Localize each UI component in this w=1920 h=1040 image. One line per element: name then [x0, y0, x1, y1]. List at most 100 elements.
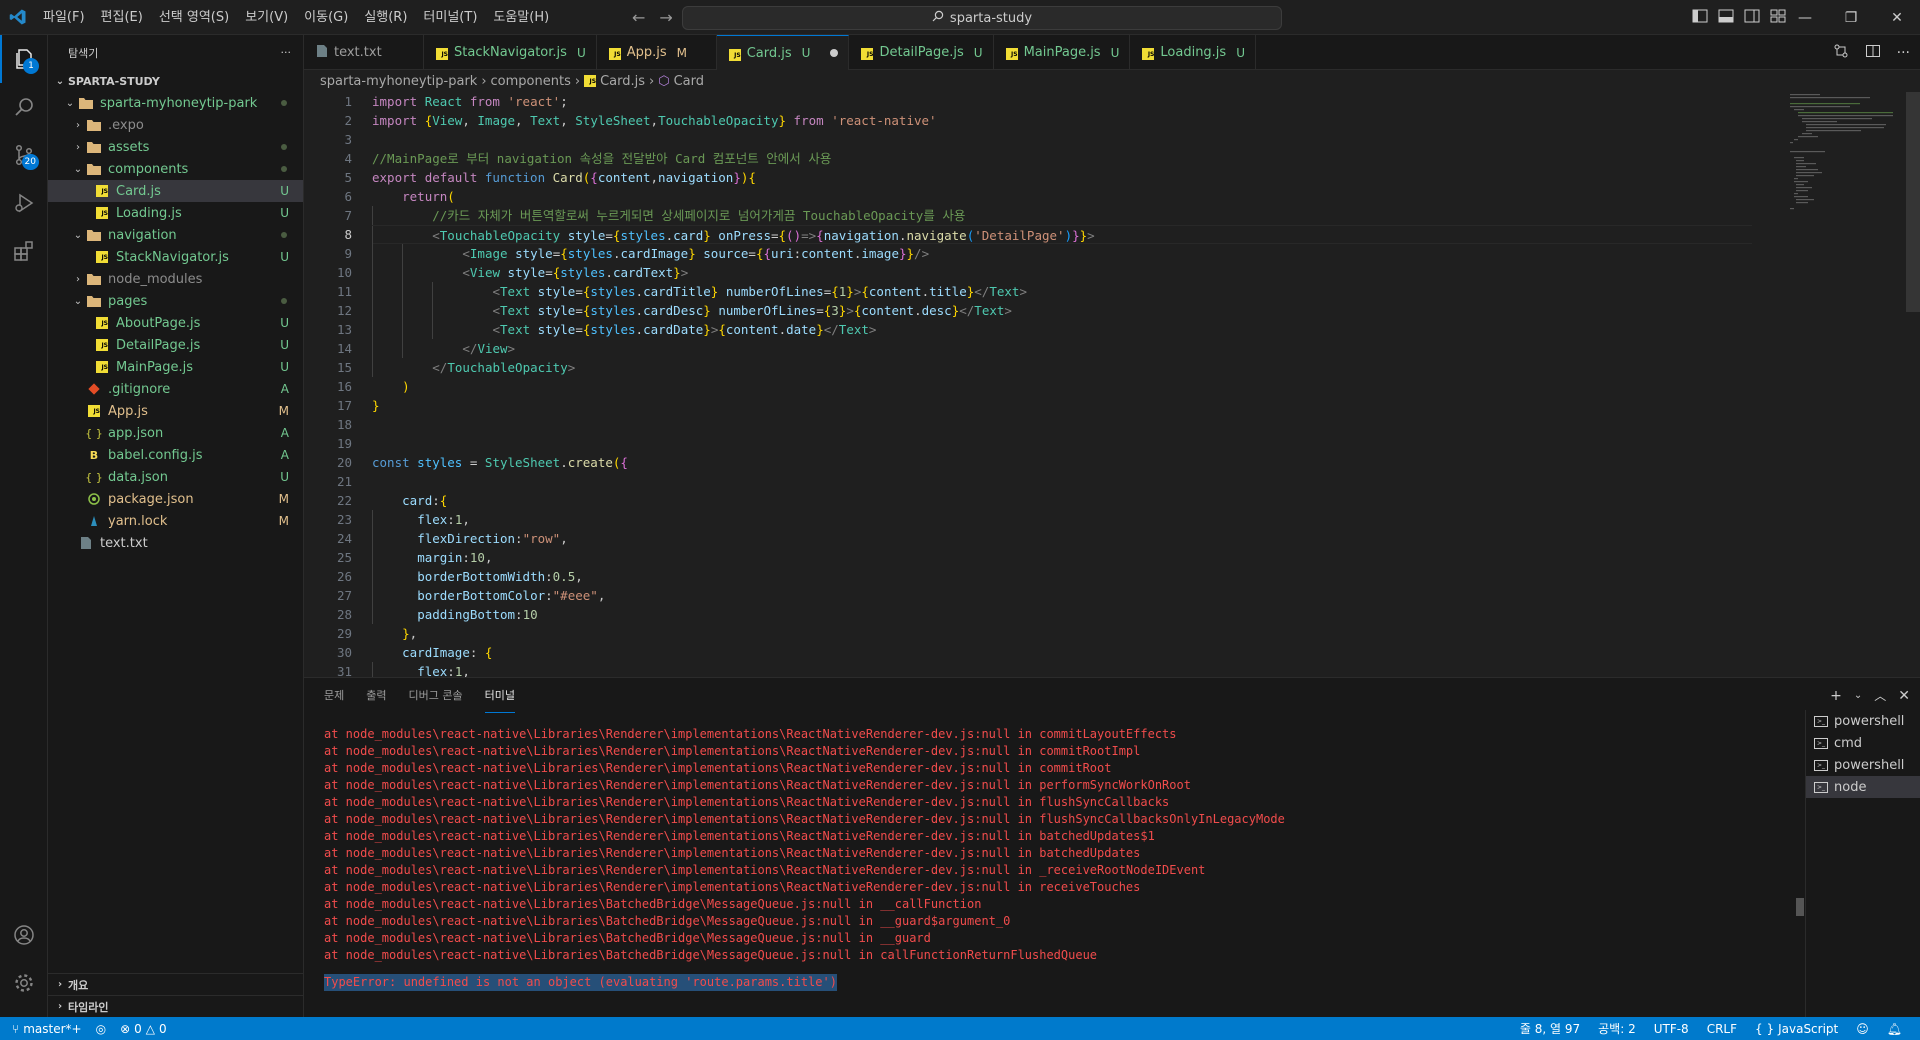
code-line[interactable]: <Text style={styles.cardTitle} numberOfL…: [372, 282, 1752, 301]
code-line[interactable]: flex:1,: [372, 510, 1752, 529]
terminal-output[interactable]: at node_modules\react-native\Libraries\R…: [324, 726, 1744, 991]
tree-item[interactable]: ⌄ pages: [48, 290, 303, 312]
tree-item[interactable]: package.json M: [48, 488, 303, 510]
tree-item[interactable]: › assets: [48, 136, 303, 158]
code-line[interactable]: [372, 472, 1752, 491]
editor-scrollbar[interactable]: [1906, 92, 1920, 312]
terminal-instance[interactable]: >_ powershell: [1806, 754, 1920, 776]
manage-gear-icon[interactable]: [0, 959, 48, 1007]
indentation[interactable]: 공백: 2: [1598, 1020, 1636, 1037]
panel-tab[interactable]: 터미널: [484, 678, 515, 713]
terminal-instance[interactable]: >_ cmd: [1806, 732, 1920, 754]
tree-item[interactable]: Card.js U: [48, 180, 303, 202]
terminal-instance[interactable]: >_ node: [1806, 776, 1920, 798]
editor-tab[interactable]: Card.js U: [716, 35, 850, 70]
timeline-section[interactable]: › 타임라인: [48, 995, 304, 1017]
code-line[interactable]: [372, 130, 1752, 149]
menu-item[interactable]: 파일(F): [35, 0, 93, 35]
code-line[interactable]: return(: [372, 187, 1752, 206]
new-terminal-icon[interactable]: +: [1830, 688, 1842, 704]
code-line[interactable]: <Text style={styles.cardDate}>{content.d…: [372, 320, 1752, 339]
minimize-icon[interactable]: —: [1782, 0, 1828, 35]
menu-item[interactable]: 선택 영역(S): [151, 0, 237, 35]
command-center-search[interactable]: sparta-study: [682, 6, 1282, 30]
breadcrumb-symbol[interactable]: Card: [674, 74, 704, 89]
editor-tab[interactable]: Loading.js U: [1130, 35, 1256, 70]
more-actions-icon[interactable]: ···: [1897, 45, 1910, 61]
extensions-icon[interactable]: [0, 227, 48, 275]
code-line[interactable]: const styles = StyleSheet.create({: [372, 453, 1752, 472]
tree-item[interactable]: StackNavigator.js U: [48, 246, 303, 268]
live-share-icon[interactable]: ◎: [96, 1022, 106, 1036]
code-line[interactable]: borderBottomColor:"#eee",: [372, 586, 1752, 605]
explorer-icon[interactable]: 1: [0, 35, 48, 83]
forward-arrow-icon[interactable]: →: [659, 8, 672, 27]
breadcrumb-file[interactable]: Card.js: [600, 74, 645, 89]
code-line[interactable]: borderBottomWidth:0.5,: [372, 567, 1752, 586]
panel-tab[interactable]: 문제: [324, 678, 344, 713]
unsaved-dot-icon[interactable]: [830, 49, 839, 57]
editor-tab[interactable]: DetailPage.js U: [849, 35, 994, 70]
toggle-panel-icon[interactable]: [1718, 9, 1734, 27]
tree-item[interactable]: ⌄ components: [48, 158, 303, 180]
tree-item[interactable]: Loading.js U: [48, 202, 303, 224]
code-line[interactable]: paddingBottom:10: [372, 605, 1752, 624]
cursor-position[interactable]: 줄 8, 열 97: [1520, 1020, 1580, 1037]
code-line[interactable]: </View>: [372, 339, 1752, 358]
more-actions-icon[interactable]: ···: [281, 46, 292, 59]
run-debug-icon[interactable]: [0, 179, 48, 227]
editor-tab[interactable]: App.js M: [597, 35, 717, 70]
editor-tab[interactable]: MainPage.js U: [994, 35, 1131, 70]
code-line[interactable]: <Text style={styles.cardDesc} numberOfLi…: [372, 301, 1752, 320]
split-editor-icon[interactable]: [1865, 43, 1881, 63]
toggle-primary-sidebar-icon[interactable]: [1692, 9, 1708, 27]
code-line[interactable]: card:{: [372, 491, 1752, 510]
terminal-scrollbar[interactable]: [1796, 898, 1804, 916]
code-line[interactable]: [372, 415, 1752, 434]
minimap[interactable]: [1788, 92, 1906, 677]
toggle-secondary-sidebar-icon[interactable]: [1744, 9, 1760, 27]
accounts-icon[interactable]: [0, 911, 48, 959]
tree-item[interactable]: ⌄ navigation: [48, 224, 303, 246]
menu-item[interactable]: 도움말(H): [485, 0, 557, 35]
tree-item[interactable]: Bbabel.config.js A: [48, 444, 303, 466]
code-area[interactable]: import React from 'react'; import {View, …: [372, 92, 1752, 677]
code-line[interactable]: [372, 434, 1752, 453]
panel-tab[interactable]: 출력: [366, 678, 386, 713]
code-line[interactable]: }: [372, 396, 1752, 415]
menu-item[interactable]: 터미널(T): [415, 0, 485, 35]
end-of-line[interactable]: CRLF: [1707, 1022, 1737, 1036]
code-line[interactable]: flex:1,: [372, 662, 1752, 677]
language-mode[interactable]: { } JavaScript: [1755, 1022, 1838, 1036]
code-line[interactable]: //카드 자체가 버튼역할로써 누르게되면 상세페이지로 넘어가게끔 Touch…: [372, 206, 1752, 225]
tree-item[interactable]: ⌄ sparta-myhoneytip-park: [48, 92, 303, 114]
tree-item[interactable]: yarn.lock M: [48, 510, 303, 532]
feedback-icon[interactable]: ☺: [1856, 1022, 1869, 1036]
outline-section[interactable]: › 개요: [48, 973, 304, 995]
encoding[interactable]: UTF-8: [1654, 1022, 1689, 1036]
menu-item[interactable]: 보기(V): [237, 0, 296, 35]
close-panel-icon[interactable]: ✕: [1898, 688, 1910, 704]
chevron-down-icon[interactable]: ⌄: [1854, 690, 1862, 701]
breadcrumb-folder[interactable]: components: [491, 74, 571, 89]
code-line[interactable]: import {View, Image, Text, StyleSheet,To…: [372, 111, 1752, 130]
problems-status[interactable]: ⊗ 0 △ 0: [120, 1022, 167, 1036]
editor-tab[interactable]: StackNavigator.js U: [424, 35, 597, 70]
tree-item[interactable]: { } app.json A: [48, 422, 303, 444]
menu-item[interactable]: 이동(G): [296, 0, 356, 35]
code-line[interactable]: <TouchableOpacity style={styles.card} on…: [372, 225, 1752, 245]
editor-tab[interactable]: text.txt: [304, 35, 424, 70]
menu-item[interactable]: 실행(R): [356, 0, 415, 35]
code-line[interactable]: margin:10,: [372, 548, 1752, 567]
code-line[interactable]: <View style={styles.cardText}>: [372, 263, 1752, 282]
code-line[interactable]: <Image style={styles.cardImage} source={…: [372, 244, 1752, 263]
code-line[interactable]: cardImage: {: [372, 643, 1752, 662]
maximize-panel-icon[interactable]: ︿: [1874, 687, 1886, 704]
tree-item[interactable]: › node_modules: [48, 268, 303, 290]
code-line[interactable]: //MainPage로 부터 navigation 속성을 전달받아 Card …: [372, 149, 1752, 168]
restore-icon[interactable]: ❐: [1828, 0, 1874, 35]
tree-item[interactable]: › .expo: [48, 114, 303, 136]
code-line[interactable]: export default function Card({content,na…: [372, 168, 1752, 187]
search-view-icon[interactable]: [0, 83, 48, 131]
tree-item[interactable]: App.js M: [48, 400, 303, 422]
